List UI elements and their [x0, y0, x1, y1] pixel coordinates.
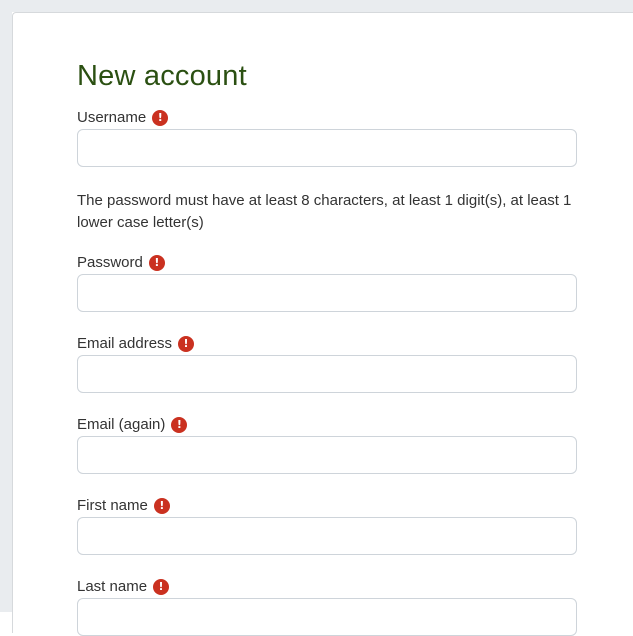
required-icon: ! [153, 578, 170, 595]
page-left-band [0, 0, 12, 612]
password-label-text: Password [77, 254, 143, 271]
required-icon: ! [148, 254, 165, 271]
username-label: Username ! [77, 109, 169, 126]
page-top-band [0, 0, 633, 12]
required-icon: ! [171, 416, 188, 433]
page-title: New account [77, 60, 247, 92]
last-name-label: Last name ! [77, 578, 170, 595]
username-label-text: Username [77, 109, 147, 126]
email-label-text: Email address [77, 335, 173, 352]
password-input[interactable] [77, 274, 577, 312]
required-icon: ! [153, 497, 170, 514]
first-name-input[interactable] [77, 517, 577, 555]
email-label: Email address ! [77, 335, 195, 352]
required-icon: ! [178, 335, 195, 352]
first-name-label-text: First name [77, 497, 148, 514]
first-name-label: First name ! [77, 497, 170, 514]
password-label: Password ! [77, 254, 165, 271]
email-again-input[interactable] [77, 436, 577, 474]
password-policy-text: The password must have at least 8 charac… [77, 192, 572, 231]
last-name-label-text: Last name [77, 578, 148, 595]
username-input[interactable] [77, 129, 577, 167]
email-again-label-text: Email (again) [77, 416, 166, 433]
email-again-label: Email (again) ! [77, 416, 188, 433]
email-input[interactable] [77, 355, 577, 393]
last-name-input[interactable] [77, 598, 577, 636]
required-icon: ! [152, 109, 169, 126]
